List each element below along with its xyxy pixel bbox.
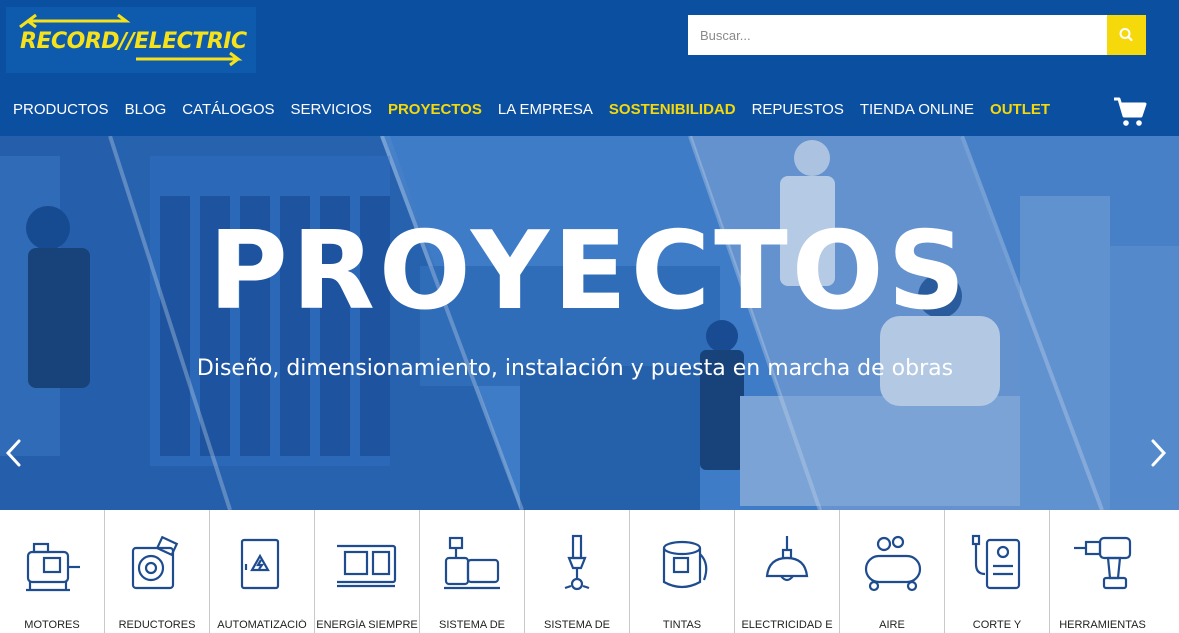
category-motores[interactable]: MOTORES bbox=[0, 510, 105, 633]
search-button[interactable] bbox=[1107, 15, 1146, 55]
category-sistema-de-pintura[interactable]: SISTEMA DE bbox=[525, 510, 630, 633]
category-automatizacion[interactable]: AUTOMATIZACIÓ bbox=[210, 510, 315, 633]
category-sistema-de-bombeo[interactable]: SISTEMA DE bbox=[420, 510, 525, 633]
air-compressor-icon bbox=[864, 535, 922, 592]
hero-title: PROYECTOS bbox=[208, 209, 970, 334]
chevron-left-icon[interactable] bbox=[0, 433, 26, 473]
category-label: AUTOMATIZACIÓ bbox=[217, 619, 307, 631]
welding-machine-icon bbox=[971, 534, 1021, 590]
chevron-right-icon[interactable] bbox=[1146, 433, 1172, 473]
category-label: CORTE Y bbox=[972, 619, 1022, 631]
nav-item-tienda-online[interactable]: TIENDA ONLINE bbox=[860, 100, 974, 120]
gear-reducer-icon bbox=[131, 535, 179, 590]
site-header: RECORD∕∕ELECTRIC PRODUCTOS BLOG CATÁLOGO… bbox=[0, 0, 1179, 136]
nav-item-la-empresa[interactable]: LA EMPRESA bbox=[498, 100, 593, 120]
category-label: ENERGÍA SIEMPRE bbox=[316, 619, 418, 631]
nav-item-repuestos[interactable]: REPUESTOS bbox=[752, 100, 844, 120]
generator-icon bbox=[337, 544, 397, 588]
category-herramientas[interactable]: HERRAMIENTAS bbox=[1050, 510, 1155, 633]
nav-item-blog[interactable]: BLOG bbox=[125, 100, 167, 120]
category-tintas[interactable]: TINTAS bbox=[630, 510, 735, 633]
category-label: SISTEMA DE bbox=[543, 619, 611, 631]
shopping-cart-button[interactable] bbox=[1112, 96, 1148, 128]
category-label: ELECTRICIDAD E bbox=[741, 619, 833, 631]
category-label: HERRAMIENTAS bbox=[1059, 619, 1146, 631]
nav-item-servicios[interactable]: SERVICIOS bbox=[291, 100, 372, 120]
category-aire[interactable]: AIRE bbox=[840, 510, 945, 633]
category-label: TINTAS bbox=[662, 619, 702, 631]
category-label: AIRE bbox=[879, 619, 905, 631]
motor-icon bbox=[26, 542, 80, 592]
main-nav: PRODUCTOS BLOG CATÁLOGOS SERVICIOS PROYE… bbox=[13, 100, 1066, 120]
nav-item-sostenibilidad[interactable]: SOSTENIBILIDAD bbox=[609, 100, 736, 120]
search-input[interactable] bbox=[688, 15, 1107, 55]
spray-gun-icon bbox=[564, 534, 590, 591]
pump-icon bbox=[444, 536, 500, 590]
category-label: MOTORES bbox=[24, 619, 80, 631]
logo-text: RECORD∕∕ELECTRIC bbox=[20, 29, 247, 54]
power-drill-icon bbox=[1074, 536, 1132, 590]
category-label: SISTEMA DE bbox=[438, 619, 506, 631]
paint-can-icon bbox=[662, 540, 708, 589]
category-bar: MOTORES REDUCTORES AUTOMATIZACIÓ ENERGÍA… bbox=[0, 510, 1179, 633]
shopping-cart-icon bbox=[1114, 97, 1147, 126]
category-corte-y-soldadura[interactable]: CORTE Y bbox=[945, 510, 1050, 633]
nav-item-outlet[interactable]: OUTLET bbox=[990, 100, 1050, 120]
nav-item-catalogos[interactable]: CATÁLOGOS bbox=[182, 100, 274, 120]
hero-subtitle: Diseño, dimensionamiento, instalación y … bbox=[196, 356, 954, 381]
category-reductores[interactable]: REDUCTORES bbox=[105, 510, 210, 633]
nav-item-proyectos[interactable]: PROYECTOS bbox=[388, 100, 482, 120]
ceiling-lamp-icon bbox=[765, 536, 809, 582]
category-electricidad[interactable]: ELECTRICIDAD E bbox=[735, 510, 840, 633]
category-energia-siempre[interactable]: ENERGÍA SIEMPRE bbox=[315, 510, 420, 633]
search-icon bbox=[1119, 28, 1133, 42]
electrical-panel-icon bbox=[240, 538, 280, 590]
nav-item-productos[interactable]: PRODUCTOS bbox=[13, 100, 109, 120]
category-label: REDUCTORES bbox=[118, 619, 196, 631]
brand-logo[interactable]: RECORD∕∕ELECTRIC bbox=[6, 7, 256, 73]
